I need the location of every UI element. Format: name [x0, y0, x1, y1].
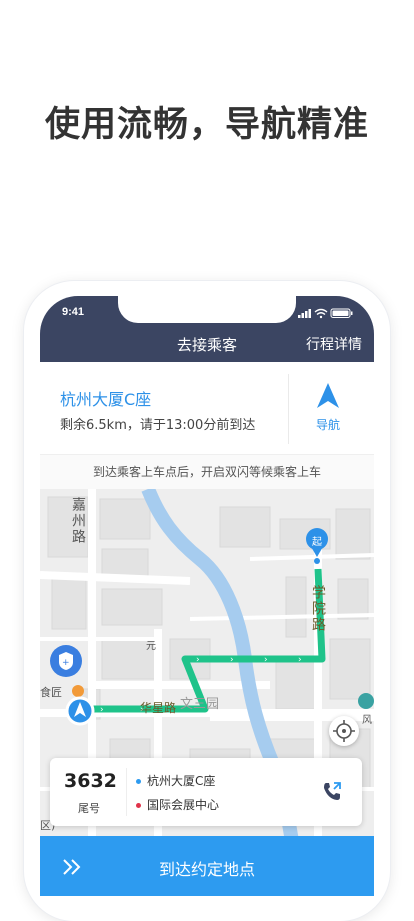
road-label-xueyuan: 学院路	[310, 585, 326, 633]
divider	[288, 374, 289, 444]
dropoff-address: 国际会展中心	[147, 798, 220, 812]
dropoff-dot	[136, 803, 141, 808]
pickup-stop: 杭州大厦C座	[136, 772, 215, 789]
navigation-arrow-icon	[317, 383, 339, 408]
trip-info-panel: 杭州大厦C座 剩余6.5km，请于13:00分前到达 导航	[40, 362, 374, 450]
destination-name: 杭州大厦C座	[60, 390, 152, 409]
pickup-address: 杭州大厦C座	[147, 774, 216, 788]
svg-text:›: ›	[298, 655, 302, 665]
svg-text:›: ›	[100, 705, 104, 715]
battery-icon	[330, 308, 353, 318]
divider	[126, 768, 127, 816]
road-label-jiazhou: 嘉州路	[70, 497, 86, 545]
svg-text:›: ›	[264, 655, 268, 665]
arrive-button[interactable]: 到达约定地点	[40, 836, 374, 896]
svg-text:›: ›	[196, 655, 200, 665]
tail-number-label: 尾号	[78, 802, 100, 815]
trip-details-link[interactable]: 行程详情	[306, 334, 362, 354]
tail-number: 3632	[64, 770, 117, 792]
park-label: 文三园	[180, 697, 220, 712]
arrive-button-label: 到达约定地点	[158, 860, 255, 879]
road-label-huaxing: 华星路	[140, 701, 177, 715]
signal-icon	[298, 309, 311, 318]
poi-label-yuan: 元	[146, 641, 156, 652]
phone-screen: 9:41 去接乘客 行程详情 杭州大厦C座 剩余6.5km，请于13:00分前到…	[40, 296, 374, 896]
phone-notch	[118, 296, 296, 323]
status-icons	[298, 308, 353, 319]
pickup-dot	[136, 779, 141, 784]
navigate-label: 导航	[315, 418, 340, 432]
remaining-distance: 剩余6.5km，请于13:00分前到达	[60, 418, 256, 433]
poi-label-feng: 风	[362, 715, 372, 726]
svg-text:›: ›	[230, 655, 234, 665]
navigate-button[interactable]: 导航	[306, 382, 350, 432]
map-poi-right	[358, 693, 374, 709]
wifi-icon	[314, 308, 328, 316]
pickup-notice: 到达乘客上车点后，开启双闪等候乘客上车	[40, 454, 374, 490]
dropoff-stop: 国际会展中心	[136, 796, 219, 813]
poi-label-shijiang: 食匠	[40, 686, 62, 699]
navigation-bar: 9:41 去接乘客 行程详情	[40, 296, 374, 362]
phone-icon[interactable]	[320, 780, 344, 804]
order-card: 3632 尾号 杭州大厦C座 国际会展中心	[50, 758, 362, 826]
headline: 使用流畅，导航精准	[44, 105, 369, 145]
crosshair-icon	[333, 720, 355, 742]
svg-text:+: +	[62, 658, 70, 668]
locate-me-button[interactable]	[329, 716, 359, 746]
start-marker-label: 起	[312, 537, 322, 548]
status-time: 9:41	[62, 306, 85, 318]
